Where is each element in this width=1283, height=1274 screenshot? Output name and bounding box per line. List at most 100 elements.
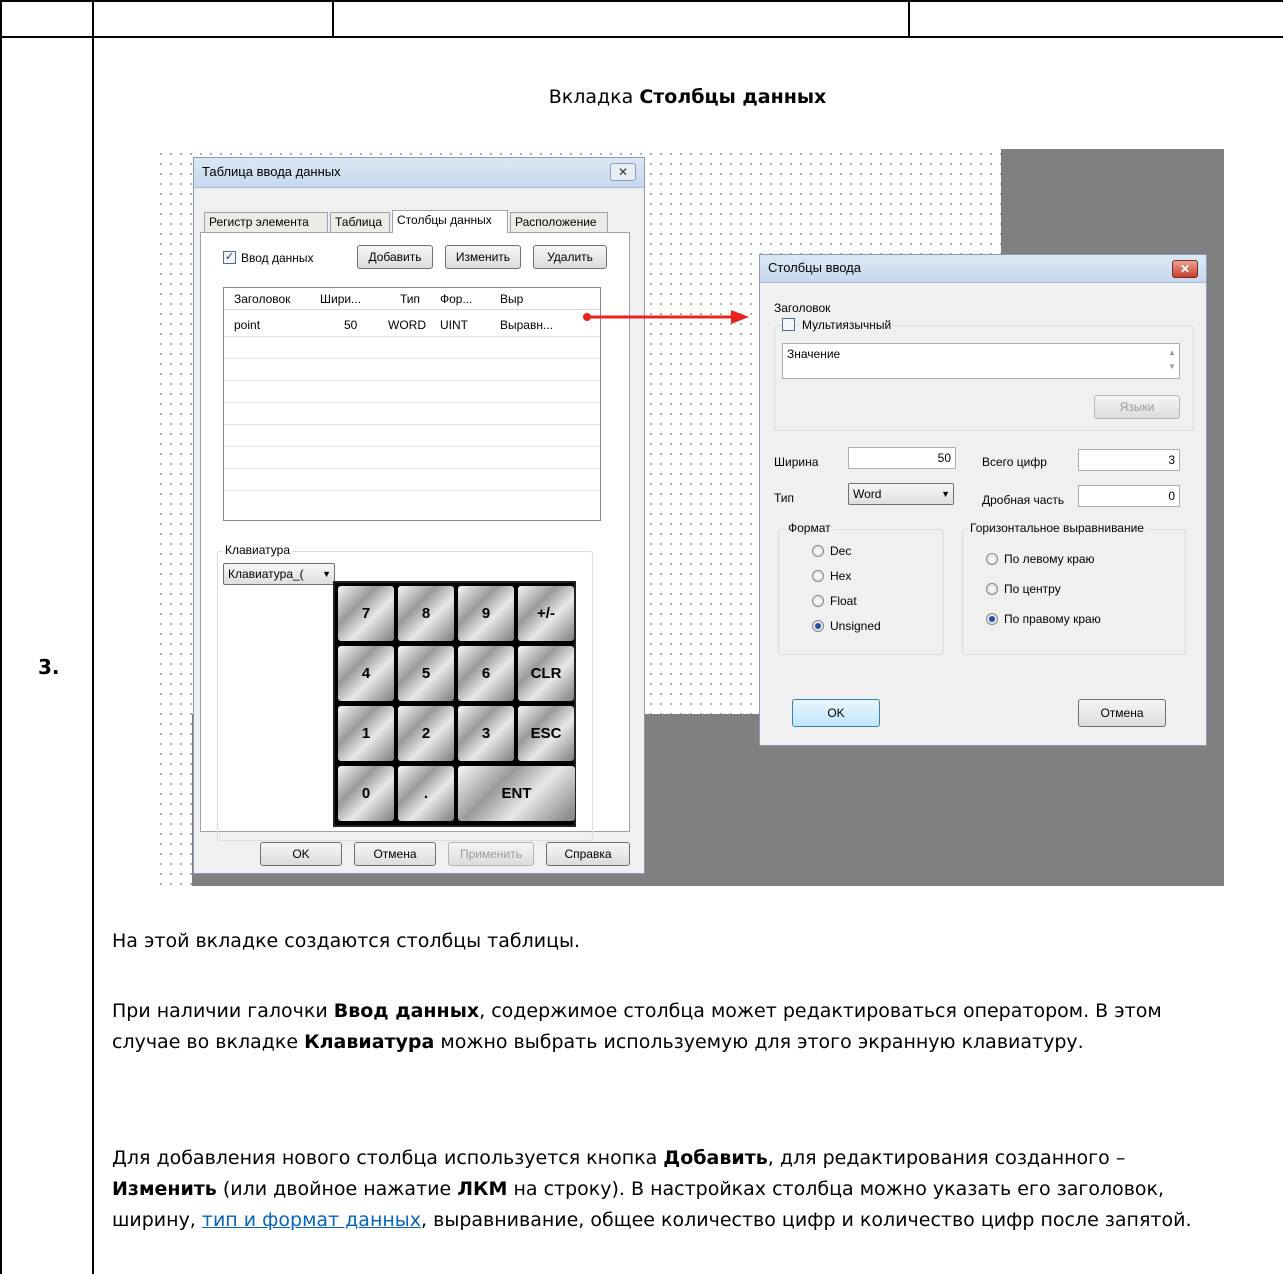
column-cancel-button[interactable]: Отмена xyxy=(1078,699,1166,727)
data-entry-label: Ввод данных xyxy=(241,251,314,265)
keypad-key-3: 3 xyxy=(458,706,514,761)
close-icon[interactable]: ✕ xyxy=(1172,260,1198,278)
keyboard-select[interactable]: Клавиатура_( ▼ xyxy=(223,563,335,585)
grid-header-width[interactable]: Шири... xyxy=(320,292,361,306)
keypad-key-4: 4 xyxy=(338,646,394,701)
grid-header-title[interactable]: Заголовок xyxy=(234,292,290,306)
keyboard-select-value: Клавиатура_( xyxy=(228,567,304,581)
align-center-radio[interactable] xyxy=(986,583,998,595)
ok-button[interactable]: OK xyxy=(260,842,342,866)
grid-row-line xyxy=(224,380,600,381)
step-number: 3. xyxy=(38,655,60,679)
help-button[interactable]: Справка xyxy=(546,842,630,866)
keypad-key-0: 0 xyxy=(338,766,394,821)
format-float-label: Float xyxy=(830,594,857,608)
grid-row-line xyxy=(224,402,600,403)
dotted-canvas-background-strip xyxy=(156,149,192,886)
languages-button[interactable]: Языки xyxy=(1094,395,1180,419)
dialog-title: Таблица ввода данных xyxy=(202,164,341,179)
p3-text-e: (или двойное нажатие xyxy=(216,1178,458,1200)
keypad-key-clr: CLR xyxy=(518,646,574,701)
grid-row-line xyxy=(224,446,600,447)
p3-text-a: Для добавления нового столбца использует… xyxy=(112,1147,664,1169)
delete-button[interactable]: Удалить xyxy=(533,245,607,269)
add-button[interactable]: Добавить xyxy=(357,245,433,269)
type-label: Тип xyxy=(774,491,795,505)
chevron-down-icon: ▼ xyxy=(322,569,331,579)
grid-cell-title[interactable]: point xyxy=(234,318,260,332)
multilang-checkbox[interactable] xyxy=(782,318,795,331)
type-select-value: Word xyxy=(853,487,882,501)
section-caption: Вкладка Столбцы данных xyxy=(92,86,1283,108)
align-group-label: Горизонтальное выравнивание xyxy=(968,521,1146,535)
p2-bold-keyboard: Клавиатура xyxy=(304,1031,435,1053)
dialog-screenshot: Таблица ввода данных ✕ Регистр элемента … xyxy=(156,149,1224,886)
header-label: Заголовок xyxy=(774,301,831,315)
type-select[interactable]: Word ▼ xyxy=(848,483,954,505)
grid-row-line xyxy=(224,358,600,359)
column-ok-button[interactable]: OK xyxy=(792,699,880,727)
format-group xyxy=(778,529,944,655)
grid-cell-align[interactable]: Выравн... xyxy=(500,318,553,332)
table-left-border xyxy=(0,0,2,1274)
width-value: 50 xyxy=(937,451,951,465)
table-column-divider xyxy=(92,0,94,1274)
format-group-label: Формат xyxy=(786,521,833,535)
grid-row-line xyxy=(224,468,600,469)
align-right-radio[interactable] xyxy=(986,613,998,625)
tab-data-columns[interactable]: Столбцы данных xyxy=(392,210,508,233)
p2-text-a: При наличии галочки xyxy=(112,1000,334,1022)
scroll-arrows-icon: ▲ ▼ xyxy=(1168,348,1176,371)
align-left-radio[interactable] xyxy=(986,553,998,565)
keypad-preview: 7 8 9 +/- 4 5 6 CLR 1 2 3 ESC 0 . ENT xyxy=(333,581,576,827)
tab-layout[interactable]: Расположение xyxy=(510,212,608,232)
grid-row-line xyxy=(224,490,600,491)
total-digits-label: Всего цифр xyxy=(982,455,1047,469)
grid-header-align[interactable]: Выр xyxy=(500,292,523,306)
keypad-key-esc: ESC xyxy=(518,706,574,761)
data-type-format-link[interactable]: тип и формат данных xyxy=(202,1209,421,1231)
grid-cell-format[interactable]: UINT xyxy=(440,318,468,332)
data-entry-checkbox[interactable]: ✓ xyxy=(223,251,236,264)
columns-grid[interactable]: Заголовок Шири... Тип Фор... Выр point 5… xyxy=(223,287,601,521)
p3-bold-lmb: ЛКМ xyxy=(457,1178,508,1200)
edit-button[interactable]: Изменить xyxy=(445,245,521,269)
format-unsigned-label: Unsigned xyxy=(830,619,881,633)
apply-button[interactable]: Применить xyxy=(448,842,534,866)
format-float-radio[interactable] xyxy=(812,595,824,607)
header-row-bottom-border xyxy=(0,36,1283,38)
keypad-key-6: 6 xyxy=(458,646,514,701)
format-dec-radio[interactable] xyxy=(812,545,824,557)
align-left-label: По левому краю xyxy=(1004,552,1095,566)
grid-header-format[interactable]: Фор... xyxy=(440,292,472,306)
grid-cell-type[interactable]: WORD xyxy=(388,318,426,332)
align-center-label: По центру xyxy=(1004,582,1061,596)
chevron-down-icon: ▼ xyxy=(941,489,950,499)
p3-text-h: , выравнивание, общее количество цифр и … xyxy=(421,1209,1192,1231)
keypad-key-ent: ENT xyxy=(458,766,575,821)
close-icon[interactable]: ✕ xyxy=(610,163,636,181)
tab-table[interactable]: Таблица xyxy=(330,212,390,232)
total-digits-value: 3 xyxy=(1168,453,1175,467)
format-hex-label: Hex xyxy=(830,569,852,583)
grid-header: Заголовок Шири... Тип Фор... Выр xyxy=(224,288,600,310)
format-unsigned-radio[interactable] xyxy=(812,620,824,632)
input-columns-dialog: Столбцы ввода ✕ Заголовок Мультиязычный … xyxy=(759,254,1207,746)
grid-cell-width[interactable]: 50 xyxy=(344,318,357,332)
table-top-border xyxy=(0,0,1283,2)
fraction-field[interactable]: 0 xyxy=(1078,485,1180,507)
dialog-titlebar: Таблица ввода данных ✕ xyxy=(194,158,644,188)
arrow-icon xyxy=(583,310,749,324)
header-text-value: Значение xyxy=(787,347,841,361)
format-hex-radio[interactable] xyxy=(812,570,824,582)
tab-panel: ✓ Ввод данных Добавить Изменить Удалить … xyxy=(200,232,630,841)
cancel-button[interactable]: Отмена xyxy=(354,842,436,866)
width-field[interactable]: 50 xyxy=(848,447,956,469)
tab-element-register[interactable]: Регистр элемента xyxy=(204,212,328,232)
keypad-key-8: 8 xyxy=(398,586,454,641)
header-cell-divider-2 xyxy=(908,0,910,38)
grid-header-type[interactable]: Тип xyxy=(400,292,420,306)
p3-bold-add: Добавить xyxy=(663,1147,768,1169)
header-text-field[interactable]: Значение ▲ ▼ xyxy=(782,343,1180,379)
total-digits-field[interactable]: 3 xyxy=(1078,449,1180,471)
